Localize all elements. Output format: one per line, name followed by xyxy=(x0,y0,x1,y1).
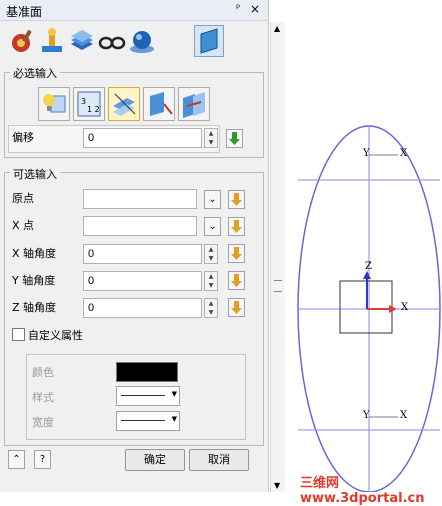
scroll-down-icon[interactable]: ▼ xyxy=(274,481,280,490)
sphere-icon[interactable] xyxy=(128,26,156,56)
stacked-sheets-icon[interactable] xyxy=(68,26,96,56)
datum-plane-panel: 基准面 ᵖ × 必选输入 31 2 偏移 ▲▼ xyxy=(0,0,269,492)
origin-expand-chevron-icon[interactable]: ⌄ xyxy=(204,190,221,209)
y-angle-pick-arrow-icon[interactable] xyxy=(228,271,245,290)
z-angle-spinner[interactable]: ▲ ▼ xyxy=(204,298,218,318)
color-label: 颜色 xyxy=(32,366,54,379)
xpoint-label: X 点 xyxy=(12,219,35,232)
offset-input[interactable] xyxy=(83,128,202,148)
origin-label: 原点 xyxy=(12,192,34,205)
optional-legend: 可选输入 xyxy=(10,166,60,182)
3d-viewport[interactable]: Y X Z X Y X xyxy=(285,0,442,492)
panel-title: 基准面 xyxy=(6,5,43,19)
line-width-select[interactable]: ▼ xyxy=(116,411,180,431)
glasses-icon[interactable] xyxy=(98,26,126,56)
line-style-select[interactable]: ▼ xyxy=(116,386,180,406)
panel-scrollbar[interactable]: ▲ ▼ xyxy=(270,22,285,492)
pin-icon[interactable]: ᵖ xyxy=(236,3,240,14)
color-swatch[interactable] xyxy=(116,362,178,382)
origin-pick-arrow-icon[interactable] xyxy=(228,190,245,209)
center-x-label: X xyxy=(401,302,409,313)
watermark: 三维网www.3dportal.cn xyxy=(300,476,425,506)
normal-plane-icon[interactable] xyxy=(143,87,175,121)
x-angle-spinner[interactable]: ▲ ▼ xyxy=(204,244,218,264)
scroll-grip[interactable] xyxy=(274,280,282,292)
xpoint-expand-chevron-icon[interactable]: ⌄ xyxy=(204,217,221,236)
custom-attr-label: 自定义属性 xyxy=(28,329,83,342)
offset-apply-arrow-icon[interactable] xyxy=(226,129,243,148)
x-angle-pick-arrow-icon[interactable] xyxy=(228,244,245,263)
x-angle-label: X 轴角度 xyxy=(12,247,57,260)
offset-plane-icon[interactable] xyxy=(178,87,210,121)
z-angle-pick-arrow-icon[interactable] xyxy=(228,298,245,317)
angled-plane-icon[interactable] xyxy=(108,87,140,121)
y-angle-spinner[interactable]: ▲ ▼ xyxy=(204,271,218,291)
svg-text:3: 3 xyxy=(81,97,86,106)
required-legend: 必选输入 xyxy=(10,65,60,81)
gear-brush-icon[interactable] xyxy=(8,26,36,56)
width-label: 宽度 xyxy=(32,416,54,429)
cancel-button[interactable]: 取消 xyxy=(189,449,249,471)
top-x-label: X xyxy=(400,148,408,159)
close-icon[interactable]: × xyxy=(250,2,260,16)
y-angle-label: Y 轴角度 xyxy=(12,274,56,287)
z-angle-input[interactable] xyxy=(83,298,202,318)
svg-text:1 2: 1 2 xyxy=(87,105,100,114)
bottom-y-label: Y xyxy=(363,410,370,421)
xpoint-input[interactable] xyxy=(83,216,197,236)
matrix-plane-icon[interactable]: 31 2 xyxy=(73,87,105,121)
z-angle-label: Z 轴角度 xyxy=(12,301,57,314)
scroll-up-icon[interactable]: ▲ xyxy=(274,24,280,33)
panel-titlebar: 基准面 ᵖ × xyxy=(0,0,268,21)
custom-attr-checkbox[interactable] xyxy=(12,328,25,341)
ok-button[interactable]: 确定 xyxy=(125,449,185,471)
stamp-icon[interactable] xyxy=(38,26,66,56)
offset-label: 偏移 xyxy=(12,131,34,144)
collapse-chevrons-icon[interactable]: ⌃ xyxy=(8,450,25,469)
top-y-label: Y xyxy=(363,148,370,159)
origin-input[interactable] xyxy=(83,189,197,209)
x-angle-input[interactable] xyxy=(83,244,202,264)
xpoint-pick-arrow-icon[interactable] xyxy=(228,217,245,236)
y-angle-input[interactable] xyxy=(83,271,202,291)
offset-spinner[interactable]: ▲ ▼ xyxy=(204,128,218,148)
bulb-plane-icon[interactable] xyxy=(38,87,70,121)
datum-plane-icon[interactable] xyxy=(194,25,224,57)
style-label: 样式 xyxy=(32,391,54,404)
center-z-label: Z xyxy=(365,261,372,272)
bottom-x-label: X xyxy=(400,410,408,421)
help-icon[interactable]: ? xyxy=(34,450,51,469)
